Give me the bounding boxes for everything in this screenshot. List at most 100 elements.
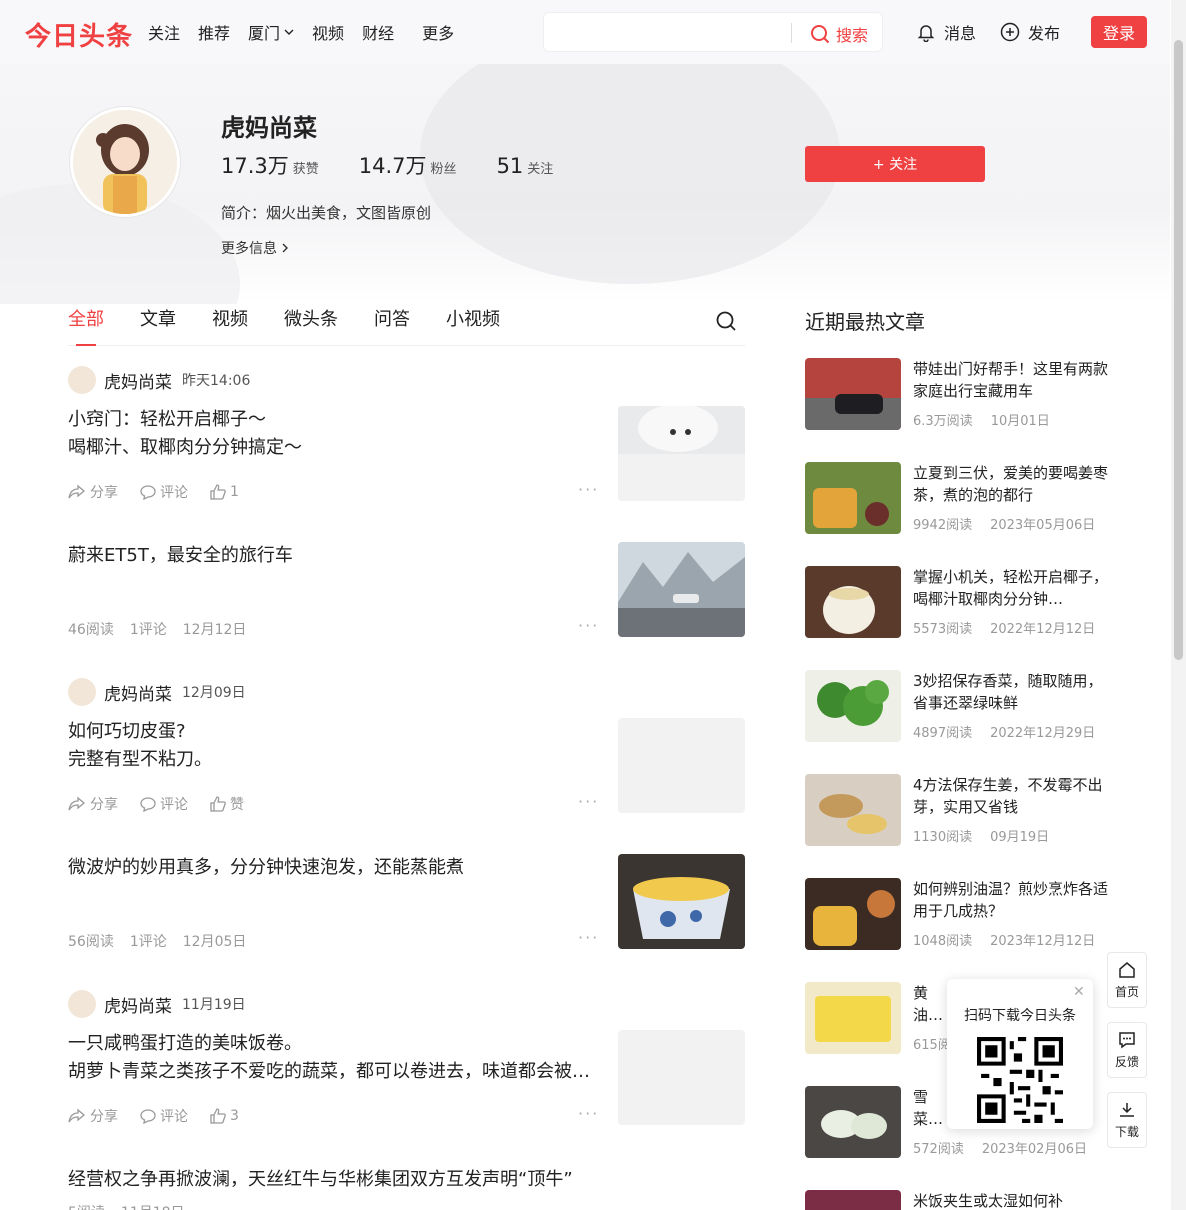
hot-article-thumbnail[interactable] (805, 358, 901, 430)
nav-item-follow[interactable]: 关注 (148, 20, 180, 44)
more-info-link[interactable]: 更多信息 (221, 238, 289, 258)
hot-article[interactable]: 带娃出门好帮手！这里有两款家庭出行宝藏用车 6.3万阅读 10月01日 (805, 358, 1115, 430)
comment-button[interactable]: 评论 (140, 794, 188, 814)
like-button[interactable]: 3 (210, 1108, 239, 1124)
hot-article[interactable]: 如何辨别油温？煎炒烹炸各适用于几成热？ 1048阅读 2023年12月12日 (805, 878, 1115, 950)
hot-article-thumbnail[interactable] (805, 774, 901, 846)
login-button[interactable]: 登录 (1091, 16, 1147, 48)
scrollbar-thumb[interactable] (1174, 40, 1183, 660)
search-input[interactable] (554, 21, 784, 43)
page-scrollbar[interactable] (1171, 0, 1186, 1210)
publish-date: 09月19日 (990, 830, 1050, 845)
publish-date: 2023年02月06日 (981, 1142, 1087, 1157)
follow-button[interactable]: + 关注 (805, 146, 985, 182)
search-box[interactable]: 搜索 (543, 12, 883, 52)
comment-icon (140, 1109, 156, 1124)
avatar[interactable] (70, 107, 180, 217)
author-avatar[interactable] (68, 990, 96, 1018)
comment-icon (140, 797, 156, 812)
hot-article-thumbnail[interactable] (805, 1190, 901, 1210)
feed-item[interactable]: 虎妈尚菜 12月09日 如何巧切皮蛋? 完整有型不粘刀。 分享 评论 赞 ··· (68, 678, 745, 828)
comment-button[interactable]: 评论 (140, 482, 188, 502)
article-title[interactable]: 经营权之争再掀波澜，天丝红牛与华彬集团双方互发声明“顶牛” (68, 1166, 745, 1194)
feed-item[interactable]: 经营权之争再掀波澜，天丝红牛与华彬集团双方互发声明“顶牛” 5阅读 11月18日 (68, 1166, 745, 1210)
more-options-icon[interactable]: ··· (578, 792, 599, 811)
tab-qa[interactable]: 问答 (374, 306, 410, 346)
feed-item[interactable]: 蔚来ET5T，最安全的旅行车 46阅读 1评论 12月12日 ··· (68, 542, 745, 642)
post-thumbnail[interactable] (618, 406, 745, 501)
hot-article-thumbnail[interactable] (805, 462, 901, 534)
logo[interactable]: 今日头条 (25, 16, 133, 53)
author-name[interactable]: 虎妈尚菜 (104, 368, 172, 393)
author-name[interactable]: 虎妈尚菜 (104, 680, 172, 705)
hot-article[interactable]: 掌握小机关，轻松开启椰子，喝椰汁取椰肉分分钟… 5573阅读 2022年12月12… (805, 566, 1115, 638)
publish-link[interactable]: 发布 (1000, 20, 1060, 44)
tab-search-button[interactable] (715, 310, 737, 336)
more-options-icon[interactable]: ··· (578, 480, 599, 499)
likes-stat: 17.3万 获赞 (221, 150, 319, 180)
nav-item-city[interactable]: 厦门 (248, 20, 294, 44)
post-line: 胡萝卜青菜之类孩子不爱吃的蔬菜，都可以卷进去，味道都会被… (68, 1061, 590, 1082)
post-thumbnail[interactable] (618, 1030, 745, 1125)
like-count: 赞 (230, 797, 244, 813)
tab-all[interactable]: 全部 (68, 306, 104, 346)
hot-article[interactable]: 立夏到三伏，爱美的要喝姜枣茶，煮的泡的都行 9942阅读 2023年05月06日 (805, 462, 1115, 534)
more-options-icon[interactable]: ··· (578, 928, 599, 947)
tab-short-video[interactable]: 小视频 (446, 306, 500, 346)
share-button[interactable]: 分享 (68, 794, 118, 814)
thumbs-up-icon (210, 1108, 226, 1124)
search-button[interactable]: 搜索 (810, 22, 868, 46)
share-button[interactable]: 分享 (68, 1106, 118, 1126)
hot-article-thumbnail[interactable] (805, 1086, 901, 1158)
nav-item-recommend[interactable]: 推荐 (198, 20, 230, 44)
nav-item-finance[interactable]: 财经 (362, 20, 394, 44)
article-thumbnail[interactable] (618, 854, 745, 949)
hot-article-thumbnail[interactable] (805, 982, 901, 1054)
feed-item[interactable]: 虎妈尚菜 昨天14:06 小窍门：轻松开启椰子～ 喝椰汁、取椰肉分分钟搞定～ 分… (68, 366, 745, 516)
author-name[interactable]: 虎妈尚菜 (104, 992, 172, 1017)
read-count: 1048阅读 (913, 934, 973, 949)
following-stat[interactable]: 51 关注 (497, 154, 554, 178)
share-button[interactable]: 分享 (68, 482, 118, 502)
post-text[interactable]: 如何巧切皮蛋? 完整有型不粘刀。 (68, 718, 212, 774)
author-avatar[interactable] (68, 366, 96, 394)
post-thumbnail[interactable] (618, 718, 745, 813)
tab-videos[interactable]: 视频 (212, 306, 248, 346)
hot-article-thumbnail[interactable] (805, 878, 901, 950)
post-text[interactable]: 一只咸鸭蛋打造的美味饭卷。 胡萝卜青菜之类孩子不爱吃的蔬菜，都可以卷进去，味道都… (68, 1030, 598, 1086)
article-thumbnail[interactable] (618, 542, 745, 637)
author-avatar[interactable] (68, 678, 96, 706)
profile-bio: 简介：烟火出美食，文图皆原创 (221, 204, 432, 222)
post-text[interactable]: 小窍门：轻松开启椰子～ 喝椰汁、取椰肉分分钟搞定～ (68, 406, 302, 462)
coconut-image-icon (618, 406, 745, 501)
feed-author: 虎妈尚菜 12月09日 (68, 678, 745, 706)
qr-code-icon (977, 1037, 1063, 1123)
fans-stat[interactable]: 14.7万 粉丝 (359, 150, 457, 180)
post-time: 昨天14:06 (182, 373, 251, 389)
home-float-button[interactable]: 首页 (1107, 952, 1147, 1008)
like-button[interactable]: 赞 (210, 794, 244, 814)
more-options-icon[interactable]: ··· (578, 1104, 599, 1123)
hot-article[interactable]: 米饭夹生或太湿如何补 (805, 1190, 1115, 1210)
hot-article[interactable]: 4方法保存生姜，不发霉不出芽，实用又省钱 1130阅读 09月19日 (805, 774, 1115, 846)
nav-item-video[interactable]: 视频 (312, 20, 344, 44)
hot-article[interactable]: 3妙招保存香菜，随取随用，省事还翠绿味鲜 4897阅读 2022年12月29日 (805, 670, 1115, 742)
more-options-icon[interactable]: ··· (578, 616, 599, 635)
publish-date: 2023年05月06日 (990, 518, 1096, 533)
nav-item-more[interactable]: 更多 (422, 20, 454, 44)
feed-item[interactable]: 微波炉的妙用真多，分分钟快速泡发，还能蒸能煮 56阅读 1评论 12月05日 ·… (68, 854, 745, 954)
hot-article-meta: 1048阅读 2023年12月12日 (913, 930, 1095, 949)
feed-item[interactable]: 虎妈尚菜 11月19日 一只咸鸭蛋打造的美味饭卷。 胡萝卜青菜之类孩子不爱吃的蔬… (68, 990, 745, 1140)
tab-articles[interactable]: 文章 (140, 306, 176, 346)
hot-articles-title: 近期最热文章 (805, 310, 925, 334)
tab-micro[interactable]: 微头条 (284, 306, 338, 346)
close-icon[interactable]: ✕ (1073, 984, 1085, 1000)
feedback-float-button[interactable]: 反馈 (1107, 1022, 1147, 1078)
messages-link[interactable]: 消息 (916, 20, 976, 44)
download-float-button[interactable]: 下载 (1107, 1092, 1147, 1148)
chevron-right-icon (282, 243, 289, 253)
like-button[interactable]: 1 (210, 484, 239, 500)
hot-article-thumbnail[interactable] (805, 566, 901, 638)
comment-button[interactable]: 评论 (140, 1106, 188, 1126)
hot-article-thumbnail[interactable] (805, 670, 901, 742)
